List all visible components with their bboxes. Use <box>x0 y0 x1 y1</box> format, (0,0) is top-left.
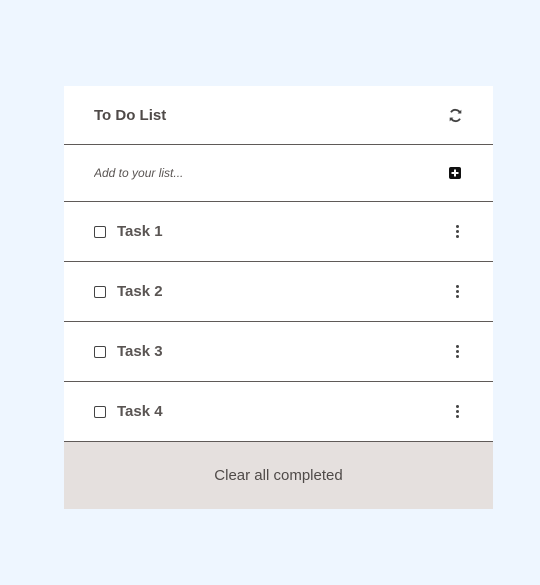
clear-completed-label: Clear all completed <box>214 467 343 484</box>
task-label: Task 3 <box>117 343 163 360</box>
list-item: Task 2 <box>64 262 493 322</box>
more-vertical-icon[interactable] <box>453 344 461 360</box>
list-item: Task 1 <box>64 202 493 262</box>
more-vertical-icon[interactable] <box>453 224 461 240</box>
refresh-icon[interactable] <box>447 107 463 123</box>
plus-square-icon[interactable] <box>447 165 463 181</box>
clear-completed-button[interactable]: Clear all completed <box>64 442 493 509</box>
more-vertical-icon[interactable] <box>453 284 461 300</box>
more-vertical-icon[interactable] <box>453 404 461 420</box>
task-label: Task 2 <box>117 283 163 300</box>
page-title: To Do List <box>94 106 167 124</box>
add-task-input[interactable] <box>94 166 394 180</box>
task-checkbox[interactable] <box>94 285 106 298</box>
list-item: Task 3 <box>64 322 493 382</box>
task-checkbox[interactable] <box>94 225 106 238</box>
task-label: Task 4 <box>117 403 163 420</box>
task-label: Task 1 <box>117 223 163 240</box>
todo-card: To Do List Task 1 <box>64 86 493 509</box>
task-checkbox[interactable] <box>94 405 106 418</box>
list-item: Task 4 <box>64 382 493 442</box>
task-checkbox[interactable] <box>94 345 106 358</box>
todo-header: To Do List <box>64 86 493 145</box>
add-task-row <box>64 145 493 202</box>
